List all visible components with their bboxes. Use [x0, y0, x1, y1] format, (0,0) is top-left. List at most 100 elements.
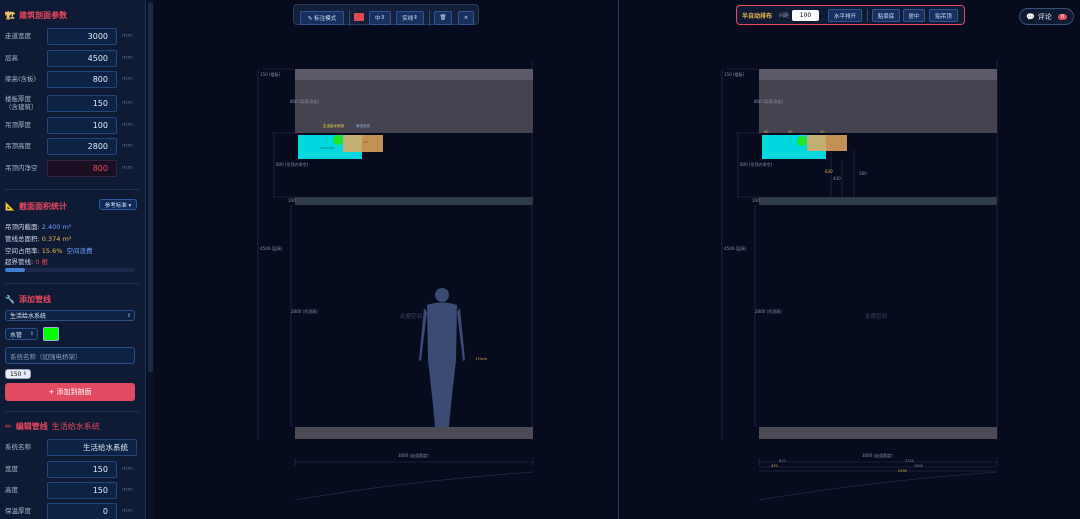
- add-to-section-button[interactable]: + 添加到剖面: [5, 383, 135, 401]
- toolbar-separator: [867, 9, 868, 22]
- ceiling-height-input[interactable]: 2800: [47, 137, 117, 155]
- auto-layout-title: 半自动排布: [742, 13, 773, 20]
- line-style-select[interactable]: 实线 ⇕: [396, 11, 424, 25]
- area-stats-title: 📐 截面面积统计: [5, 202, 67, 211]
- pipe-system-select[interactable]: 生活给水系统 ⇕: [5, 310, 135, 321]
- building-icon: 🏗: [5, 11, 16, 20]
- edit-width-input[interactable]: 150: [47, 460, 117, 478]
- slab-thickness-input[interactable]: 150: [47, 94, 117, 112]
- slab-shape: [295, 69, 533, 80]
- toolbar-separator: [429, 10, 430, 26]
- svg-text:20: 20: [820, 130, 824, 134]
- reference-standard-button[interactable]: 参考标准 ▾: [99, 199, 137, 210]
- ceiling-thickness-input[interactable]: 100: [47, 116, 117, 134]
- left-section-drawing: 150 (楼板) 800 (梁高/含板) 800 (吊顶内净空) 100 450…: [257, 60, 534, 501]
- ceiling-shape: [759, 197, 997, 205]
- distribute-horizontal-button[interactable]: 水平排开: [828, 9, 862, 22]
- trash-icon[interactable]: 🗑: [434, 11, 452, 25]
- svg-text:150 (楼板): 150 (楼板): [724, 71, 744, 77]
- annotation-color-picker[interactable]: [354, 13, 364, 21]
- svg-text:800 (梁高/含板): 800 (梁高/含板): [290, 98, 320, 104]
- chat-bubble-icon: 💬: [1026, 12, 1035, 21]
- param-row-floor-height: 层高 4500 mm: [5, 49, 145, 67]
- snap-ceiling-button[interactable]: 贴吊顶: [929, 9, 958, 22]
- stat-ceiling-area: 吊顶内截面: 2.400 m²: [5, 223, 72, 231]
- chevron-updown-icon: ⇕: [29, 331, 34, 337]
- toolbar-separator: [349, 10, 350, 26]
- ruler-triangle-icon: 📐: [5, 202, 15, 211]
- slab-shape: [759, 69, 997, 80]
- usage-progress-fill: [5, 268, 26, 272]
- right-section-canvas[interactable]: 150 (楼板) 800 (梁高/含板) 800 (吊顶内净空) 100 450…: [619, 0, 1080, 519]
- divider: [5, 411, 139, 412]
- svg-text:50: 50: [764, 130, 768, 134]
- svg-text:470: 470: [771, 464, 778, 468]
- param-row-ceiling-height: 吊顶高度 2800 mm: [5, 137, 145, 155]
- pipe-orange[interactable]: [807, 135, 847, 151]
- pipe-size-select[interactable]: 150 ⇕: [5, 369, 31, 379]
- floor-shape: [759, 427, 997, 439]
- floor-height-input[interactable]: 4500: [47, 49, 117, 67]
- divider: [5, 283, 139, 284]
- pipe-green[interactable]: [333, 135, 343, 145]
- edit-row-insulation: 保温厚度 0 mm: [5, 502, 145, 519]
- svg-text:4500 (层高): 4500 (层高): [724, 245, 747, 251]
- beam-height-input[interactable]: 800: [47, 70, 117, 88]
- pipe-color-picker[interactable]: [43, 327, 59, 341]
- param-row-slab-thickness: 楼板厚度 （含建筑） 150 mm: [5, 94, 133, 112]
- floor-shape: [295, 427, 533, 439]
- svg-text:630: 630: [825, 169, 833, 174]
- system-name-input[interactable]: 系统名称（如强电桥架）: [5, 347, 135, 364]
- svg-text:2800 (吊顶高): 2800 (吊顶高): [755, 308, 782, 314]
- divider: [5, 189, 139, 190]
- corridor-width-input[interactable]: 3000: [47, 27, 117, 45]
- edit-row-system-name: 系统名称 生活给水系统: [5, 438, 145, 456]
- sidebar-scrollbar[interactable]: [147, 0, 154, 519]
- param-row-ceiling-thickness: 吊顶厚度 100 mm: [5, 116, 145, 134]
- svg-text:610: 610: [779, 459, 786, 463]
- comment-count-badge: 0: [1057, 13, 1068, 20]
- line-weight-select[interactable]: 中 ⇕: [369, 11, 391, 25]
- chevron-updown-icon: ⇕: [413, 15, 418, 21]
- add-pipe-title: 🔧 添加管线: [5, 295, 51, 304]
- svg-text:走廊空间: 走廊空间: [865, 312, 887, 320]
- edit-pipe-title: ✏ 编辑管线 生活给水系统: [5, 422, 100, 431]
- person-silhouette: [419, 288, 465, 427]
- snap-beam-bottom-button[interactable]: 贴梁底: [872, 9, 900, 22]
- stat-pipe-area: 管线总面积: 0.374 m²: [5, 235, 72, 243]
- beam-shape: [759, 80, 997, 133]
- wrench-icon: 🔧: [5, 295, 15, 304]
- svg-text:100: 100: [752, 198, 760, 203]
- spacing-input[interactable]: 100: [792, 10, 819, 21]
- pipe-type-select[interactable]: 水管 ⇕: [5, 328, 38, 340]
- spacing-label: 间距: [779, 13, 790, 19]
- svg-text:440: 440: [833, 176, 841, 181]
- chevron-updown-icon: ⇕: [22, 371, 27, 377]
- edit-insulation-input[interactable]: 0: [47, 502, 117, 519]
- ceiling-shape: [295, 197, 533, 205]
- svg-text:150 (楼板): 150 (楼板): [260, 71, 280, 77]
- pipe-green[interactable]: [797, 136, 807, 146]
- center-button[interactable]: 居中: [903, 9, 925, 22]
- edit-height-input[interactable]: 150: [47, 481, 117, 499]
- sidebar-scrollbar-thumb[interactable]: [148, 2, 153, 372]
- comment-button[interactable]: 💬 评论 0: [1019, 8, 1074, 25]
- close-button[interactable]: ×: [458, 11, 474, 25]
- svg-text:580: 580: [859, 171, 867, 176]
- chevron-updown-icon: ⇕: [126, 312, 131, 319]
- svg-text:400: 400: [362, 140, 368, 144]
- svg-text:4500 (层高): 4500 (层高): [260, 245, 283, 251]
- stat-space-usage: 空间占用率: 15.6% 空间浪费: [5, 247, 93, 255]
- edit-system-name-input[interactable]: 生活给水系统: [47, 438, 137, 456]
- edit-row-height: 高度 150 mm: [5, 481, 145, 499]
- svg-text:800 (梁高/含板): 800 (梁高/含板): [754, 98, 784, 104]
- svg-text:生活给水系统: 生活给水系统: [323, 123, 344, 128]
- annotate-mode-button[interactable]: ✎ 标注模式: [300, 11, 344, 25]
- left-section-canvas[interactable]: 150 (楼板) 800 (梁高/含板) 800 (吊顶内净空) 100 450…: [154, 0, 618, 519]
- chevron-updown-icon: ⇕: [380, 15, 386, 21]
- right-section-drawing: 150 (楼板) 800 (梁高/含板) 800 (吊顶内净空) 100 450…: [721, 60, 998, 501]
- svg-text:2320: 2320: [905, 459, 914, 463]
- usage-progress-bar: [5, 268, 135, 272]
- sidebar: 🏗 建筑剖面参数 走道宽度 3000 mm 层高 4500 mm 梁高(含板) …: [0, 0, 146, 519]
- svg-text:走廊空间: 走廊空间: [400, 312, 422, 320]
